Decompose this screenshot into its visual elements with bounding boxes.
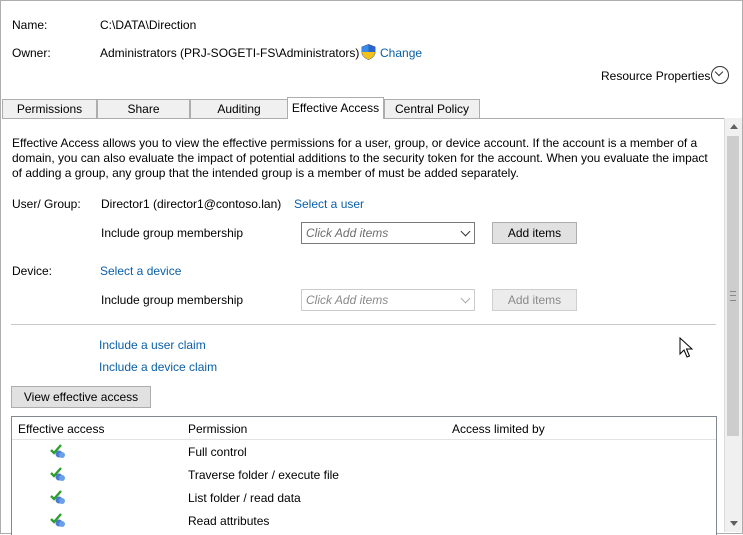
chevron-down-circle-icon[interactable] [711, 66, 729, 84]
vertical-scrollbar[interactable] [724, 118, 742, 532]
user-group-dropdown-placeholder: Click Add items [306, 226, 389, 240]
description-line-1: Effective Access allows you to view the … [12, 136, 698, 150]
scroll-thumb[interactable] [727, 136, 739, 436]
column-header-effective-access[interactable]: Effective access [18, 422, 104, 436]
select-device-link[interactable]: Select a device [100, 264, 181, 278]
permission-name: Traverse folder / execute file [188, 468, 339, 482]
mouse-cursor-icon [679, 336, 694, 359]
chevron-down-icon [460, 293, 471, 304]
permission-name: Full control [188, 445, 247, 459]
table-row[interactable]: List folder / read data [12, 487, 716, 510]
effective-access-check-icon [50, 489, 66, 505]
tab-permissions[interactable]: Permissions [2, 99, 97, 118]
description-line-2: domain, you can also evaluate the impact… [12, 151, 708, 165]
name-label: Name: [12, 18, 48, 32]
device-add-items-button[interactable]: Add items [492, 289, 577, 311]
permission-name: List folder / read data [188, 491, 301, 505]
user-group-value: Director1 (director1@contoso.lan) [101, 197, 282, 211]
user-add-items-button[interactable]: Add items [492, 222, 577, 244]
device-include-group-label: Include group membership [101, 293, 244, 307]
scroll-grip-icon [730, 291, 736, 301]
effective-access-table: Effective access Permission Access limit… [11, 416, 717, 535]
owner-label: Owner: [12, 46, 51, 60]
table-row[interactable]: Traverse folder / execute file [12, 464, 716, 487]
view-effective-access-button[interactable]: View effective access [11, 386, 151, 408]
effective-access-check-icon [50, 512, 66, 528]
description-line-3: of adding a group, any group that the in… [12, 166, 519, 180]
column-header-permission[interactable]: Permission [188, 422, 247, 436]
tab-effective-access[interactable]: Effective Access [287, 97, 384, 119]
device-group-dropdown[interactable]: Click Add items [301, 289, 475, 311]
uac-shield-icon [361, 44, 376, 60]
name-value: C:\DATA\Direction [100, 18, 197, 32]
permission-name: Read attributes [188, 514, 270, 528]
scroll-up-arrow-icon[interactable] [725, 118, 742, 135]
device-label: Device: [12, 264, 53, 278]
effective-access-check-icon [50, 466, 66, 482]
user-group-label: User/ Group: [12, 197, 81, 211]
scroll-down-arrow-icon[interactable] [725, 515, 742, 532]
change-owner-link[interactable]: Change [380, 46, 422, 60]
tab-auditing[interactable]: Auditing [190, 99, 288, 118]
include-device-claim-link[interactable]: Include a device claim [99, 360, 217, 374]
section-divider [11, 324, 716, 325]
header-divider [12, 439, 716, 440]
user-include-group-label: Include group membership [101, 226, 244, 240]
tab-central-policy[interactable]: Central Policy [384, 99, 480, 118]
table-row[interactable]: Full control [12, 441, 716, 464]
owner-value: Administrators (PRJ-SOGETI-FS\Administra… [100, 46, 360, 60]
include-user-claim-link[interactable]: Include a user claim [99, 338, 206, 352]
effective-access-check-icon [50, 443, 66, 459]
tab-share[interactable]: Share [97, 99, 190, 118]
resource-properties-label[interactable]: Resource Properties [601, 69, 710, 83]
column-header-access-limited-by[interactable]: Access limited by [452, 422, 545, 436]
select-user-link[interactable]: Select a user [294, 197, 364, 211]
device-group-dropdown-placeholder: Click Add items [306, 293, 389, 307]
chevron-down-icon [460, 226, 471, 237]
user-group-dropdown[interactable]: Click Add items [301, 222, 475, 244]
table-row[interactable]: Read attributes [12, 510, 716, 533]
